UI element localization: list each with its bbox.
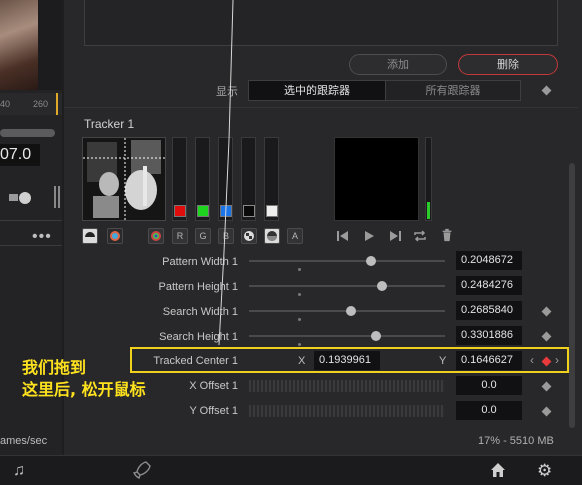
pattern-preview (82, 137, 166, 221)
match-meter (425, 137, 432, 221)
alpha-channel-button[interactable]: A (287, 228, 303, 244)
display-all-trackers[interactable]: 所有跟踪器 (385, 81, 520, 100)
checker-icon (244, 231, 254, 241)
color-wheel-icon (110, 231, 120, 241)
white-swatch (266, 205, 278, 217)
settings-gear-icon[interactable]: ⚙ (537, 461, 555, 480)
rgb-channels-button[interactable] (148, 228, 164, 244)
inspector-scrollbar[interactable] (569, 163, 575, 428)
param-label: Pattern Height 1 (158, 281, 239, 293)
divider (0, 220, 62, 221)
red-channel-button[interactable]: R (172, 228, 188, 244)
trash-icon[interactable] (440, 228, 454, 242)
loop-icon[interactable] (413, 229, 427, 243)
annotation-line: 我们拖到 (22, 358, 87, 377)
red-swatch (174, 205, 186, 217)
black-swatch (243, 205, 255, 217)
checker-button[interactable] (241, 228, 257, 244)
default-marker (298, 318, 301, 321)
match-meter-fill (427, 202, 430, 219)
param-label: Search Height 1 (159, 331, 238, 343)
display-segmented-control[interactable]: 选中的跟踪器 所有跟踪器 (248, 80, 521, 101)
y-offset-slider[interactable] (249, 405, 445, 417)
param-label: Search Width 1 (162, 306, 238, 318)
skip-forward-icon[interactable] (388, 229, 402, 243)
param-slider-track[interactable] (249, 335, 445, 337)
memory-status: 17% - 5510 MB (478, 435, 554, 447)
left-value-field[interactable]: 07.0 (0, 144, 40, 166)
left-scroll-slider[interactable] (0, 129, 55, 137)
pattern-mode-button[interactable] (82, 228, 98, 244)
color-wheel-button[interactable] (107, 228, 123, 244)
add-tracker-button[interactable]: 添加 (349, 54, 447, 75)
luma-button[interactable] (264, 228, 280, 244)
green-swatch (197, 205, 209, 217)
delete-tracker-button[interactable]: 删除 (458, 54, 558, 75)
display-label: 显示 (216, 85, 238, 98)
viewer-edge (38, 0, 62, 90)
param-slider-knob[interactable] (365, 256, 376, 266)
fairlight-music-icon[interactable]: ♫ (13, 462, 25, 480)
divider (64, 107, 578, 108)
annotation-text: 我们拖到 这里后, 松开鼠标 (22, 357, 146, 401)
display-selected-trackers[interactable]: 选中的跟踪器 (249, 81, 385, 100)
play-icon[interactable] (362, 229, 376, 243)
deliver-rocket-icon[interactable] (132, 460, 152, 480)
param-value-field[interactable]: 0.2484276 (456, 276, 522, 295)
pattern-image (83, 138, 165, 220)
ruler-tick: 260 (33, 99, 49, 109)
blue-swatch (220, 205, 232, 217)
annotation-highlight-box (130, 347, 569, 373)
default-marker (298, 343, 301, 346)
param-value-field[interactable]: 0.2685840 (456, 301, 522, 320)
default-marker (298, 268, 301, 271)
playhead-marker[interactable] (56, 93, 58, 115)
annotation-line: 这里后, 松开鼠标 (22, 380, 146, 399)
param-slider-track[interactable] (249, 285, 445, 287)
luma-icon (267, 231, 277, 241)
y-offset-label: Y Offset 1 (189, 405, 238, 417)
transform-icon[interactable] (8, 188, 32, 208)
green-channel-button[interactable]: G (195, 228, 211, 244)
y-offset-field[interactable]: 0.0 (456, 401, 522, 420)
blue-channel-button[interactable]: B (218, 228, 234, 244)
divider (0, 245, 62, 246)
param-slider-track[interactable] (249, 260, 445, 262)
skip-back-icon[interactable] (336, 229, 350, 243)
search-preview (334, 137, 419, 221)
tracker-title: Tracker 1 (84, 117, 135, 131)
viewer-thumbnail (0, 0, 38, 90)
rgb-wheel-icon (151, 231, 161, 241)
param-label: Pattern Width 1 (162, 256, 238, 268)
panel-handle-icon[interactable] (52, 186, 62, 208)
home-icon[interactable] (489, 461, 507, 479)
x-offset-slider[interactable] (249, 380, 445, 392)
fps-label: ames/sec (0, 435, 48, 447)
param-value-field[interactable]: 0.3301886 (456, 326, 522, 345)
ruler-tick: 40 (0, 99, 11, 109)
param-value-field[interactable]: 0.2048672 (456, 251, 522, 270)
timeline-ruler[interactable]: 40 260 (0, 93, 62, 115)
tracker-list-box[interactable] (84, 0, 558, 46)
x-offset-field[interactable]: 0.0 (456, 376, 522, 395)
param-slider-knob[interactable] (345, 306, 356, 316)
more-options-button[interactable]: ••• (32, 228, 52, 246)
half-circle-icon (85, 232, 95, 237)
default-marker (298, 293, 301, 296)
